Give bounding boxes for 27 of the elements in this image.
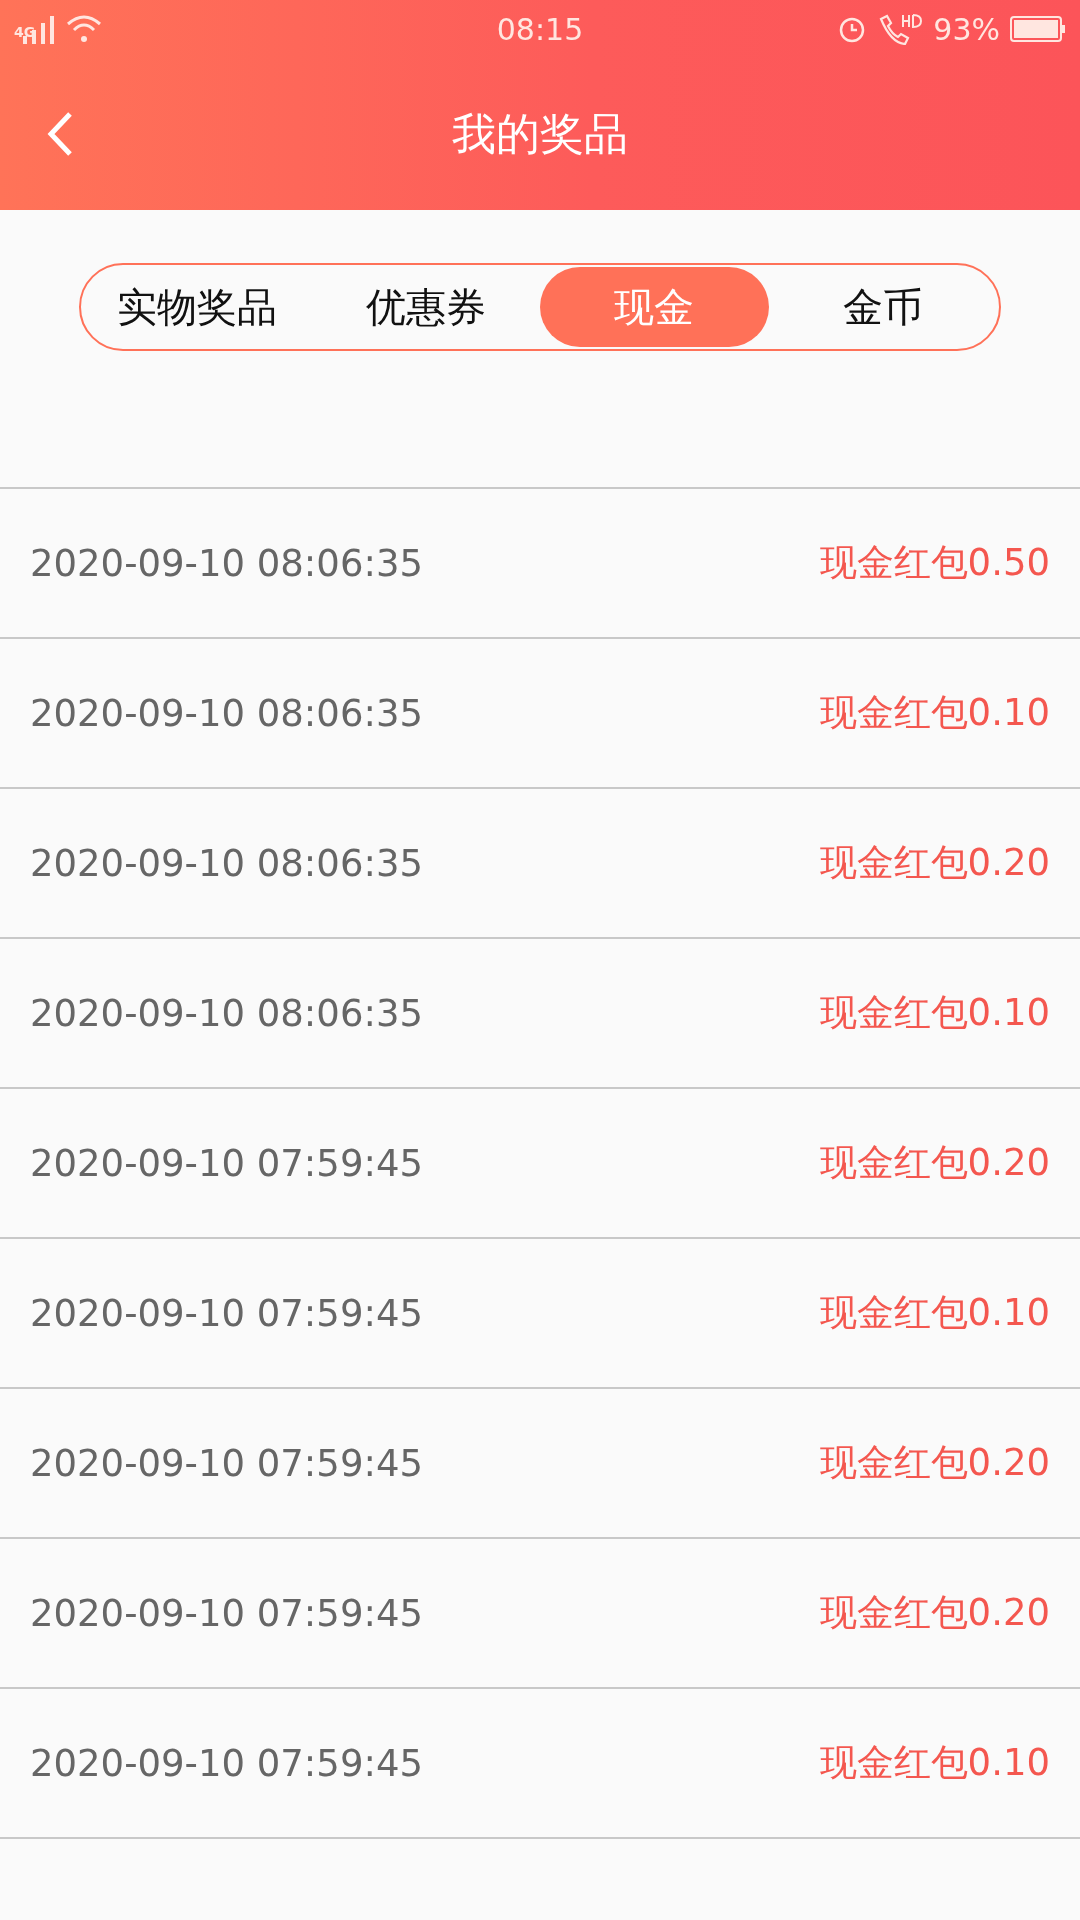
prize-amount: 现金红包0.10 — [819, 1740, 1050, 1786]
record-time: 2020-09-10 07:59:45 — [30, 1141, 423, 1185]
record-time: 2020-09-10 08:06:35 — [30, 691, 423, 735]
record-time: 2020-09-10 08:06:35 — [30, 991, 423, 1035]
battery-icon — [1010, 15, 1066, 43]
record-time: 2020-09-10 07:59:45 — [30, 1441, 423, 1485]
record-time: 2020-09-10 07:59:45 — [30, 1591, 423, 1635]
prize-amount: 现金红包0.20 — [819, 1140, 1050, 1186]
clock-time: 08:15 — [496, 11, 584, 47]
wifi-icon — [65, 14, 104, 44]
prize-amount: 现金红包0.50 — [819, 540, 1050, 586]
tab[interactable]: 实物奖品 — [83, 267, 312, 347]
tab[interactable]: 优惠券 — [311, 267, 540, 347]
prize-amount: 现金红包0.10 — [819, 1290, 1050, 1336]
prize-amount: 现金红包0.10 — [819, 690, 1050, 736]
record-time: 2020-09-10 08:06:35 — [30, 841, 423, 885]
record-time: 2020-09-10 07:59:45 — [30, 1741, 423, 1785]
record-time: 2020-09-10 07:59:45 — [30, 1291, 423, 1335]
prize-amount: 现金红包0.10 — [819, 990, 1050, 1036]
prize-amount: 现金红包0.20 — [819, 1440, 1050, 1486]
prize-amount: 现金红包0.20 — [819, 1590, 1050, 1636]
hd-call-icon — [877, 13, 924, 45]
prize-amount: 现金红包0.20 — [819, 840, 1050, 886]
record-time: 2020-09-10 08:06:35 — [30, 541, 423, 585]
tab[interactable]: 金币 — [768, 267, 997, 347]
page-title: 我的奖品 — [452, 106, 628, 161]
battery-percent: 93% — [933, 11, 1000, 47]
